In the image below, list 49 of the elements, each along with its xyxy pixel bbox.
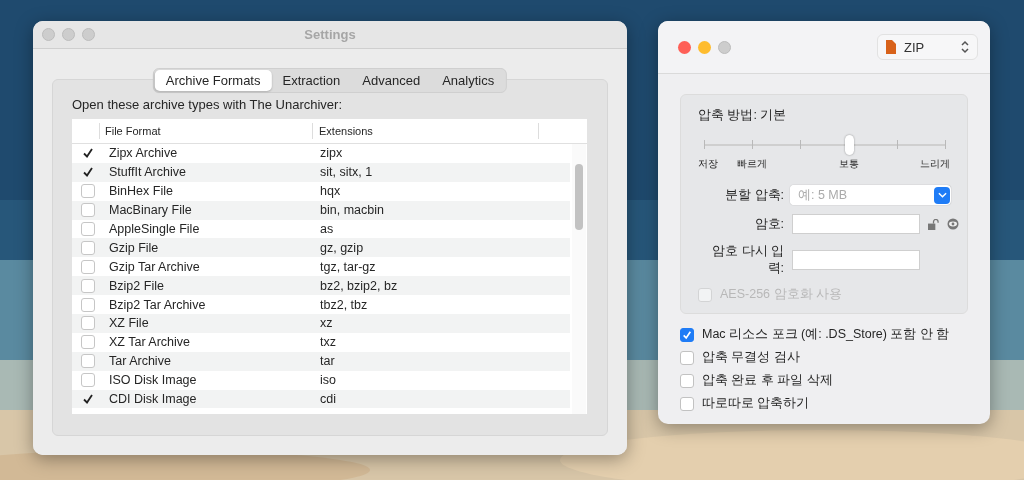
table-cell-text: Bzip2 File: [108, 278, 165, 293]
tab[interactable]: Advanced: [351, 70, 432, 91]
table-cell-text: bz2, bzip2, bz: [319, 278, 399, 293]
field-label: 암호:: [753, 215, 784, 233]
window-title: Settings: [304, 27, 356, 42]
table-cell-text: cdi: [319, 392, 337, 406]
field-label: 암호 다시 입력:: [711, 243, 784, 277]
table-cell-text: tgz, tar-gz: [319, 259, 377, 274]
table-cell-text: MacBinary File: [108, 203, 193, 218]
table-cell-text: tbz2, tbz: [319, 297, 369, 312]
tick-label: 저장: [698, 157, 718, 171]
table-cell-text: zipx: [319, 146, 344, 161]
table-cell-text: XZ File: [108, 316, 150, 331]
table-cell-text: txz: [319, 335, 337, 350]
table-cell-text: XZ Tar Archive: [108, 335, 192, 350]
checkbox-label: 압축 완료 후 파일 삭제: [702, 372, 833, 389]
table-cell-text: Zipx Archive: [108, 146, 179, 161]
field-label: 분할 압축:: [724, 186, 784, 204]
tick-label: 느리게: [919, 157, 950, 171]
column-header[interactable]: File Format: [99, 123, 312, 139]
table-cell-text: BinHex File: [108, 184, 174, 199]
tab[interactable]: Extraction: [271, 70, 352, 91]
table-cell-text: gz, gzip: [319, 240, 365, 255]
table-cell-text: Tar Archive: [108, 354, 172, 369]
method-label: 압축 방법: 기본: [698, 107, 788, 124]
table-cell-text: Gzip File: [108, 240, 160, 255]
table-cell-text: xz: [319, 316, 334, 331]
table-cell-text: iso: [319, 373, 337, 388]
format-popup[interactable]: ZIP: [877, 34, 978, 60]
table-cell-text: Gzip Tar Archive: [108, 259, 201, 274]
checkbox-label: 따로따로 압축하기: [702, 395, 810, 412]
tick-label: 빠르게: [737, 157, 768, 171]
tab[interactable]: Analytics: [431, 70, 506, 91]
table-cell-text: as: [319, 222, 335, 236]
intro-text: Open these archive types with The Unarchiver:: [72, 97, 343, 112]
table-cell-text: CDI Disk Image: [108, 392, 198, 406]
table-cell-text: tar: [319, 354, 336, 369]
table-cell-text: ISO Disk Image: [108, 373, 198, 388]
checkbox-label: Mac 리소스 포크 (예: .DS_Store) 포함 안 함: [702, 326, 950, 343]
table-cell-text: AppleSingle File: [108, 222, 201, 236]
table-cell-text: hqx: [319, 184, 342, 199]
tick-label: 보통: [838, 157, 859, 171]
checkbox-label: 압축 무결성 검사: [702, 349, 800, 366]
table-cell-text: Bzip2 Tar Archive: [108, 297, 207, 312]
column-header[interactable]: Extensions: [312, 123, 538, 139]
table-cell-text: sit, sitx, 1: [319, 165, 374, 180]
table-cell-text: bin, macbin: [319, 203, 385, 218]
tab[interactable]: Archive Formats: [154, 70, 272, 91]
table-cell-text: StuffIt Archive: [108, 165, 187, 180]
